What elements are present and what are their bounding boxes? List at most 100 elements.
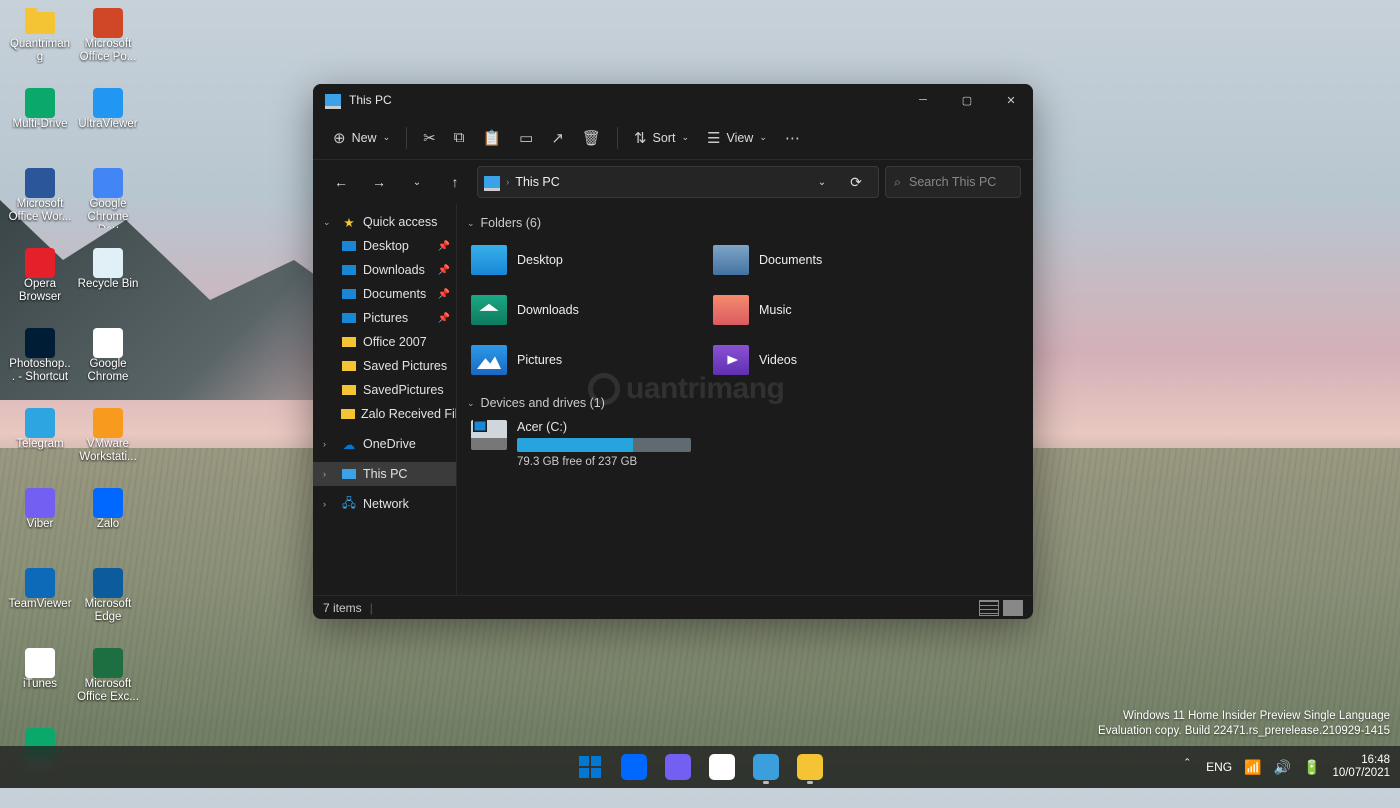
copy-button[interactable]: ⧉ xyxy=(446,122,473,154)
group-header-drives[interactable]: ⌄ Devices and drives (1) xyxy=(467,396,1023,410)
desktop-icon[interactable]: Microsoft Office Po... xyxy=(74,8,142,84)
address-dropdown-button[interactable]: ⌄ xyxy=(806,166,838,198)
more-button[interactable]: ⋯ xyxy=(777,122,808,154)
breadcrumb-location[interactable]: This PC xyxy=(515,175,559,189)
sidebar-item[interactable]: Downloads📌 xyxy=(313,258,456,282)
taskbar-app-chrome[interactable] xyxy=(703,748,741,786)
viber-icon xyxy=(665,754,691,780)
desktop-icon[interactable]: iTunes xyxy=(6,648,74,724)
sidebar-item[interactable]: Saved Pictures xyxy=(313,354,456,378)
recent-button[interactable]: ⌄ xyxy=(401,166,433,198)
chevron-down-icon: ⌄ xyxy=(467,218,475,229)
address-bar[interactable]: › This PC ⌄ ⟳ xyxy=(477,166,879,198)
desktop-icon[interactable]: Zalo xyxy=(74,488,142,564)
delete-button[interactable]: 🗑 xyxy=(574,122,609,154)
volume-icon[interactable]: 🔊 xyxy=(1274,759,1291,776)
this-pc-icon xyxy=(484,176,500,188)
desktop-icon[interactable]: Photoshop... - Shortcut xyxy=(6,328,74,404)
back-button[interactable]: ← xyxy=(325,166,357,198)
drive-icon xyxy=(471,420,507,450)
folder-item[interactable]: Music xyxy=(709,288,939,332)
paste-button[interactable]: 📋 xyxy=(474,122,509,154)
app-icon xyxy=(91,88,125,118)
sidebar-item[interactable]: Desktop📌 xyxy=(313,234,456,258)
sidebar-item[interactable]: Documents📌 xyxy=(313,282,456,306)
maximize-button[interactable]: ▢ xyxy=(945,84,989,116)
icon-label: Photoshop... - Shortcut xyxy=(6,358,74,384)
desktop-icon[interactable]: Microsoft Office Exc... xyxy=(74,648,142,724)
forward-button[interactable]: → xyxy=(363,166,395,198)
folder-item[interactable]: Downloads xyxy=(467,288,697,332)
desktop-icon[interactable]: Google Chrome xyxy=(74,328,142,404)
desktop-icon[interactable]: Quantrimang xyxy=(6,8,74,84)
desktop-icon[interactable]: TeamViewer xyxy=(6,568,74,644)
close-button[interactable]: ✕ xyxy=(989,84,1033,116)
pin-icon: 📌 xyxy=(438,313,450,324)
sidebar-item[interactable]: Office 2007 xyxy=(313,330,456,354)
desktop-icon[interactable]: Microsoft Office Wor... xyxy=(6,168,74,244)
search-input[interactable]: ⌕ Search This PC xyxy=(885,166,1021,198)
sidebar-item[interactable]: Zalo Received Files xyxy=(313,402,456,426)
sidebar-item[interactable]: Pictures📌 xyxy=(313,306,456,330)
view-button[interactable]: ☰View⌄ xyxy=(699,122,775,154)
desktop-icon[interactable]: Viber xyxy=(6,488,74,564)
taskbar-app-zalo[interactable] xyxy=(615,748,653,786)
refresh-button[interactable]: ⟳ xyxy=(840,166,872,198)
icon-label: Google Chrome xyxy=(74,358,142,384)
tray-overflow-button[interactable]: ＾ xyxy=(1180,757,1194,777)
sort-button[interactable]: ⇅Sort⌄ xyxy=(626,122,697,154)
desktop-icon[interactable]: VMware Workstati... xyxy=(74,408,142,484)
sidebar-item-label: Office 2007 xyxy=(363,335,427,349)
taskbar-app-explorer[interactable] xyxy=(791,748,829,786)
icon-label: Microsoft Office Exc... xyxy=(74,678,142,704)
rename-button[interactable]: ▭ xyxy=(511,122,541,154)
desktop-icon[interactable]: Multi-Drive xyxy=(6,88,74,164)
paste-icon: 📋 xyxy=(482,129,501,147)
sidebar-onedrive[interactable]: › ☁ OneDrive xyxy=(313,432,456,456)
sidebar-item[interactable]: SavedPictures xyxy=(313,378,456,402)
taskbar-app-snip[interactable] xyxy=(747,748,785,786)
desktop-icon[interactable]: Telegram xyxy=(6,408,74,484)
desktop-icon[interactable]: UltraViewer xyxy=(74,88,142,164)
taskbar-app-viber[interactable] xyxy=(659,748,697,786)
sidebar-this-pc[interactable]: › This PC xyxy=(313,462,456,486)
icon-label: Telegram xyxy=(14,438,65,451)
up-button[interactable]: ↑ xyxy=(439,166,471,198)
folder-item[interactable]: Pictures xyxy=(467,338,697,382)
desktop-icon[interactable]: Microsoft Edge xyxy=(74,568,142,644)
folder-icon xyxy=(341,337,357,347)
drive-item[interactable]: Acer (C:)79.3 GB free of 237 GB xyxy=(467,418,1023,470)
share-button[interactable]: ↗ xyxy=(543,122,572,154)
app-icon xyxy=(23,168,57,198)
battery-icon[interactable]: 🔋 xyxy=(1303,759,1320,776)
chevron-down-icon: ⌄ xyxy=(323,217,335,228)
status-bar: 7 items | xyxy=(313,595,1033,619)
desktop-icon[interactable]: Recycle Bin xyxy=(74,248,142,324)
chevron-right-icon: › xyxy=(323,499,335,509)
plus-circle-icon: ⊕ xyxy=(333,129,346,147)
details-view-button[interactable] xyxy=(979,600,999,616)
new-button[interactable]: ⊕New⌄ xyxy=(325,122,398,154)
folder-item[interactable]: Desktop xyxy=(467,238,697,282)
folder-item[interactable]: Documents xyxy=(709,238,939,282)
wifi-icon[interactable]: 📶 xyxy=(1244,759,1261,776)
folder-item[interactable]: Videos xyxy=(709,338,939,382)
tiles-view-button[interactable] xyxy=(1003,600,1023,616)
copy-icon: ⧉ xyxy=(454,129,465,146)
language-indicator[interactable]: ENG xyxy=(1206,760,1232,774)
app-icon xyxy=(91,168,125,198)
sidebar-network[interactable]: › 🖧 Network xyxy=(313,492,456,516)
icon-label: iTunes xyxy=(21,678,59,691)
titlebar[interactable]: This PC ─ ▢ ✕ xyxy=(313,84,1033,116)
desktop-icon[interactable]: Google Chrome Dev xyxy=(74,168,142,244)
cut-button[interactable]: ✂ xyxy=(415,122,444,154)
desktop-icon[interactable]: Opera Browser xyxy=(6,248,74,324)
chevron-down-icon: ⌄ xyxy=(467,398,475,409)
minimize-button[interactable]: ─ xyxy=(901,84,945,116)
taskbar-app-start[interactable] xyxy=(571,748,609,786)
file-explorer-window: This PC ─ ▢ ✕ ⊕New⌄ ✂ ⧉ 📋 ▭ ↗ 🗑 ⇅Sort⌄ ☰… xyxy=(313,84,1033,619)
clock[interactable]: 16:48 10/07/2021 xyxy=(1332,754,1390,780)
app-icon xyxy=(23,88,57,118)
sidebar-quick-access[interactable]: ⌄ ★ Quick access xyxy=(313,210,456,234)
group-header-folders[interactable]: ⌄ Folders (6) xyxy=(467,216,1023,230)
